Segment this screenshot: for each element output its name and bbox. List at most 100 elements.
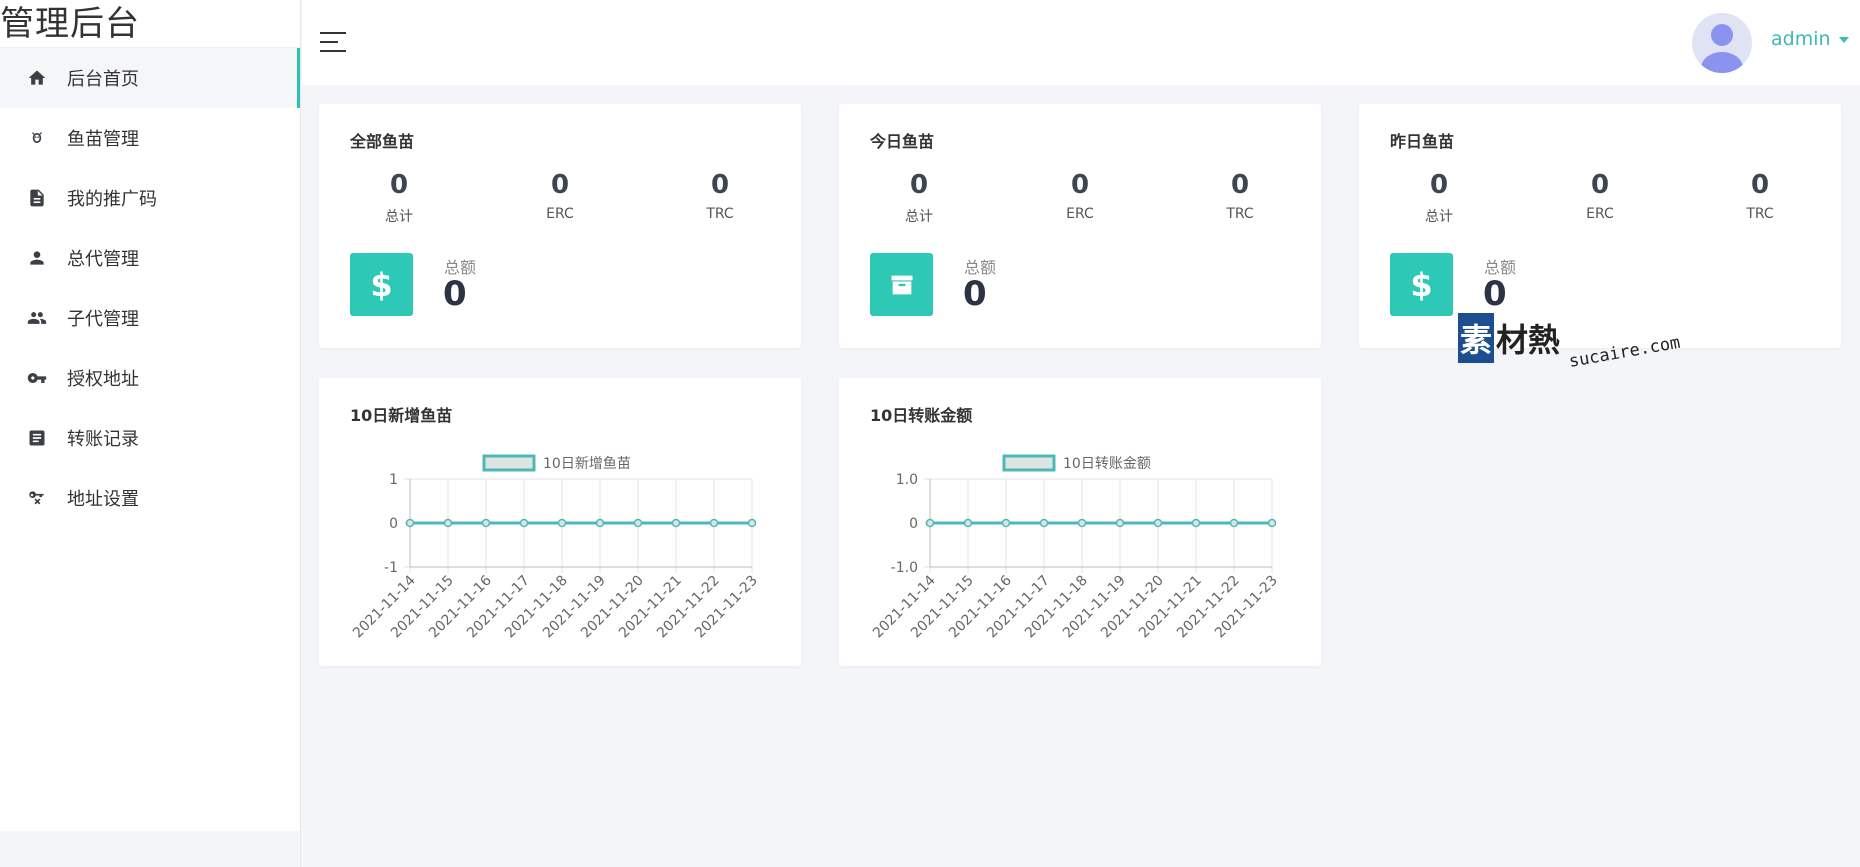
y-tick-label: -1.0 bbox=[891, 560, 918, 576]
fish-icon bbox=[26, 127, 48, 149]
watermark-text-en: sucaire.com bbox=[1567, 333, 1681, 372]
stat-trc: 0 TRC bbox=[1160, 168, 1320, 222]
stat-erc: 0 ERC bbox=[1000, 168, 1160, 222]
data-point bbox=[747, 518, 757, 528]
dollar-icon: $ bbox=[1390, 253, 1453, 316]
y-tick-label: 1.0 bbox=[896, 472, 918, 488]
stat-value: 0 bbox=[1230, 170, 1250, 200]
stat-label: TRC bbox=[1746, 206, 1774, 222]
sidebar-item-sub-agent[interactable]: 子代管理 bbox=[0, 288, 300, 348]
y-tick-label: 0 bbox=[389, 516, 398, 532]
stat-erc: 0 ERC bbox=[1520, 168, 1680, 222]
stat-value: 0 bbox=[1750, 170, 1770, 200]
stat-label: ERC bbox=[1066, 206, 1094, 222]
watermark-logo: 素 sucaire.com 材熱 bbox=[1458, 313, 1682, 372]
people-icon bbox=[26, 307, 48, 329]
stat-value: 0 bbox=[710, 170, 730, 200]
data-point bbox=[443, 518, 453, 528]
menu-toggle-icon[interactable] bbox=[320, 32, 346, 52]
chart-card-new-fish: 10日新增鱼苗 10日新增鱼苗 1 0 -1 2021-11-14 2021-11-15 2… bbox=[319, 378, 801, 666]
chart-legend: 10日新增鱼苗 bbox=[482, 454, 631, 472]
stat-value: 0 bbox=[550, 170, 570, 200]
home-icon bbox=[26, 67, 48, 89]
stat-card-today: 今日鱼苗 0 总计 0 ERC 0 TRC 总额 0 bbox=[839, 104, 1321, 348]
sidebar-item-address-settings[interactable]: 地址设置 bbox=[0, 468, 300, 528]
topbar: admin bbox=[302, 0, 1860, 85]
stat-label: TRC bbox=[1226, 206, 1254, 222]
dollar-icon: $ bbox=[350, 253, 413, 316]
sidebar-item-label: 子代管理 bbox=[67, 309, 139, 330]
stat-label: ERC bbox=[546, 206, 574, 222]
stat-trc: 0 TRC bbox=[640, 168, 800, 222]
caret-down-icon bbox=[1838, 36, 1849, 43]
user-name: admin bbox=[1771, 28, 1831, 50]
data-point bbox=[1115, 518, 1125, 528]
y-tick-label: 0 bbox=[909, 516, 918, 532]
stat-value: 0 bbox=[1590, 170, 1610, 200]
data-point bbox=[925, 518, 935, 528]
user-menu[interactable]: admin bbox=[1771, 28, 1849, 50]
data-point bbox=[1039, 518, 1049, 528]
y-tick-label: -1 bbox=[384, 560, 398, 576]
sidebar-item-auth-address[interactable]: 授权地址 bbox=[0, 348, 300, 408]
card-title: 全部鱼苗 bbox=[350, 132, 415, 151]
sidebar-item-promo-code[interactable]: 我的推广码 bbox=[0, 168, 300, 228]
stat-value: 0 bbox=[909, 170, 929, 200]
stat-label: 总计 bbox=[1425, 209, 1453, 225]
card-title: 今日鱼苗 bbox=[870, 132, 935, 151]
sidebar-footer bbox=[0, 831, 301, 867]
sidebar-item-label: 地址设置 bbox=[67, 489, 139, 510]
y-tick-label: 1 bbox=[389, 472, 398, 488]
data-point bbox=[709, 518, 719, 528]
stat-total: 0 总计 bbox=[319, 168, 479, 226]
person-icon bbox=[26, 247, 48, 269]
chart-title: 10日新增鱼苗 bbox=[350, 406, 453, 425]
sidebar-item-label: 总代管理 bbox=[67, 249, 139, 270]
watermark-text-cn: 素 bbox=[1460, 321, 1492, 359]
data-point bbox=[963, 518, 973, 528]
document-icon bbox=[26, 187, 48, 209]
data-point bbox=[1229, 518, 1239, 528]
stat-value: 0 bbox=[389, 170, 409, 200]
stat-total: 0 总计 bbox=[1359, 168, 1519, 226]
legend-label: 10日新增鱼苗 bbox=[543, 455, 631, 472]
stat-erc: 0 ERC bbox=[480, 168, 640, 222]
archive-icon bbox=[870, 253, 933, 316]
stat-label: TRC bbox=[706, 206, 734, 222]
stat-total: 0 总计 bbox=[839, 168, 999, 226]
data-point bbox=[671, 518, 681, 528]
data-point bbox=[481, 518, 491, 528]
stat-value: 0 bbox=[1429, 170, 1449, 200]
data-point bbox=[557, 518, 567, 528]
data-point bbox=[1077, 518, 1087, 528]
legend-swatch bbox=[482, 454, 536, 472]
stat-label: ERC bbox=[1586, 206, 1614, 222]
stat-label: 总计 bbox=[905, 209, 933, 225]
sidebar-item-transfer-records[interactable]: 转账记录 bbox=[0, 408, 300, 468]
sidebar-item-home[interactable]: 后台首页 bbox=[0, 48, 300, 108]
sidebar-item-general-agent[interactable]: 总代管理 bbox=[0, 228, 300, 288]
data-point bbox=[633, 518, 643, 528]
card-title: 昨日鱼苗 bbox=[1390, 132, 1455, 151]
stat-value: 0 bbox=[1070, 170, 1090, 200]
data-point bbox=[1001, 518, 1011, 528]
stat-card-all: 全部鱼苗 0 总计 0 ERC 0 TRC $ 总额 0 bbox=[319, 104, 801, 348]
key-icon bbox=[26, 367, 48, 389]
total-value: 0 bbox=[963, 274, 987, 314]
sidebar-item-label: 我的推广码 bbox=[67, 189, 157, 210]
sidebar-item-label: 鱼苗管理 bbox=[67, 129, 139, 150]
data-point bbox=[1191, 518, 1201, 528]
chart-title: 10日转账金额 bbox=[870, 406, 973, 425]
legend-swatch bbox=[1002, 454, 1056, 472]
total-value: 0 bbox=[443, 274, 467, 314]
sidebar-item-label: 授权地址 bbox=[67, 369, 139, 390]
list-icon bbox=[26, 427, 48, 449]
chart-legend: 10日转账金额 bbox=[1002, 454, 1151, 472]
sidebar-item-fish[interactable]: 鱼苗管理 bbox=[0, 108, 300, 168]
chart-card-transfer: 10日转账金额 10日转账金额 1.0 0 -1.0 2021-11-14 2021-11… bbox=[839, 378, 1321, 666]
line-chart: 10日转账金额1.00-1.02021-11-142021-11-152021-… bbox=[870, 454, 1281, 641]
stat-label: 总计 bbox=[385, 209, 413, 225]
key-x-icon bbox=[26, 487, 48, 509]
avatar[interactable] bbox=[1692, 13, 1752, 73]
legend-label: 10日转账金额 bbox=[1063, 456, 1151, 472]
